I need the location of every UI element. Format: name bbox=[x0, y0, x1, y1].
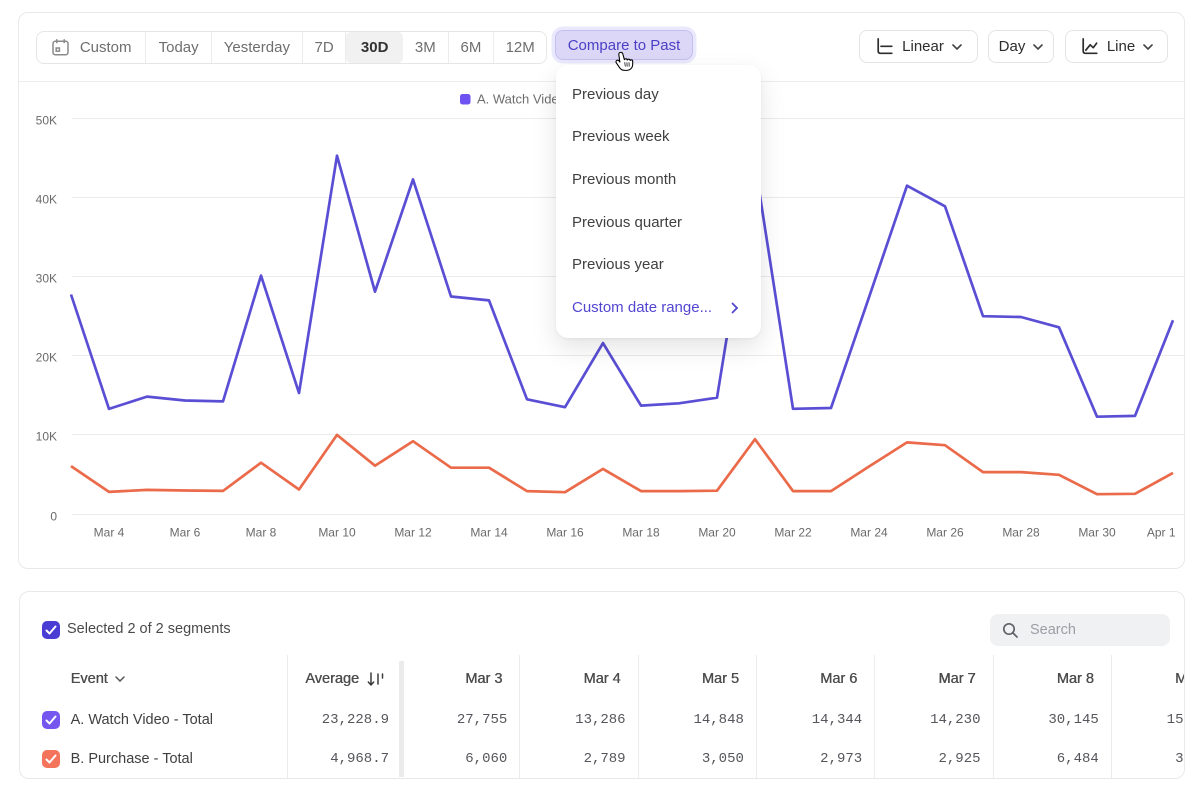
svg-text:10K: 10K bbox=[36, 430, 57, 444]
svg-text:40K: 40K bbox=[36, 193, 57, 207]
svg-text:Mar 20: Mar 20 bbox=[698, 526, 736, 540]
svg-text:Mar 30: Mar 30 bbox=[1078, 526, 1116, 540]
svg-text:Mar 14: Mar 14 bbox=[470, 526, 508, 540]
svg-text:Mar 22: Mar 22 bbox=[774, 526, 812, 540]
svg-text:30K: 30K bbox=[36, 272, 57, 286]
svg-text:Mar 18: Mar 18 bbox=[622, 526, 660, 540]
svg-text:Mar 8: Mar 8 bbox=[246, 526, 277, 540]
svg-text:Mar 12: Mar 12 bbox=[394, 526, 432, 540]
svg-text:Mar 16: Mar 16 bbox=[546, 526, 584, 540]
svg-text:Mar 10: Mar 10 bbox=[318, 526, 356, 540]
svg-text:20K: 20K bbox=[36, 351, 57, 365]
svg-text:Mar 28: Mar 28 bbox=[1002, 526, 1040, 540]
svg-text:Mar 6: Mar 6 bbox=[170, 526, 201, 540]
svg-text:Apr 1: Apr 1 bbox=[1147, 526, 1176, 540]
svg-text:50K: 50K bbox=[36, 114, 57, 128]
svg-text:Mar 4: Mar 4 bbox=[94, 526, 125, 540]
svg-text:Mar 24: Mar 24 bbox=[850, 526, 888, 540]
svg-text:Mar 26: Mar 26 bbox=[926, 526, 964, 540]
svg-text:0: 0 bbox=[50, 510, 57, 524]
